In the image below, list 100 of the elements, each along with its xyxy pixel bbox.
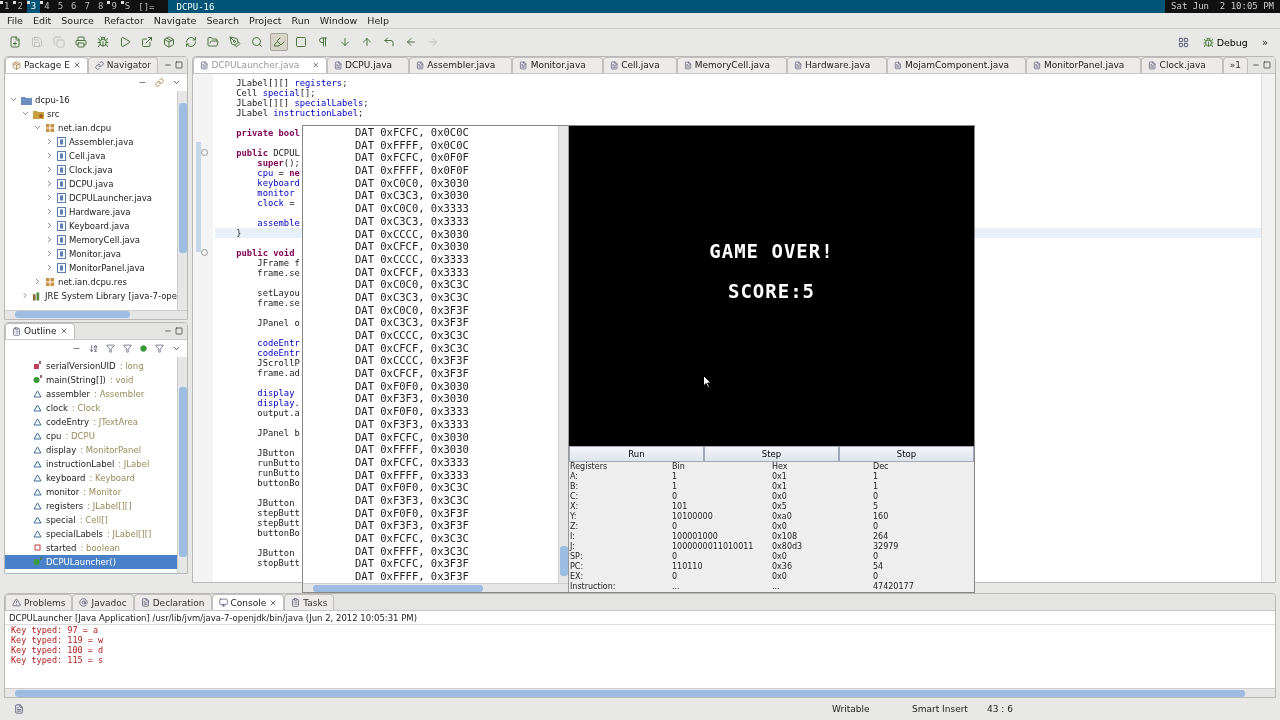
more-button[interactable]: » [1261,36,1274,48]
tree-item[interactable]: Cell.java [69,150,106,161]
fast-view-icon[interactable] [14,704,24,715]
code-line: stopButt [256,557,300,568]
outline-item[interactable]: monitor : Monitor [5,484,177,499]
close-icon[interactable] [59,327,68,336]
editor-tab[interactable]: Assembler.java [409,56,513,73]
outline-item[interactable]: codeEntry : JTextArea [5,414,177,429]
perspective-button[interactable]: Debug [1202,36,1248,48]
view-tab[interactable]: Package E [5,56,88,73]
tree-item[interactable]: Clock.java [69,164,113,175]
workspace-tag[interactable]: 3 [26,0,41,13]
code-line: display. [256,397,300,408]
menu-item[interactable]: File [2,15,28,26]
tree-item[interactable]: Monitor.java [69,248,122,259]
tree-item[interactable]: Keyboard.java [69,220,130,231]
outline-item[interactable]: keyboard : Keyboard [5,470,177,485]
maximize-icon[interactable] [175,60,183,69]
view-tab[interactable]: Declaration [133,594,212,611]
outline-item[interactable]: clock : Clock [5,400,177,415]
tree-item[interactable]: DCPU.java [69,178,114,189]
maximize-icon[interactable] [1263,60,1271,69]
tree-item[interactable]: DCPULauncher.java [69,192,153,203]
menu-item[interactable]: Run [286,15,315,26]
app-button[interactable]: Step [704,446,839,462]
outline-item[interactable]: special : Cell[] [5,512,177,527]
menu-item[interactable]: Refactor [98,15,149,26]
view-tab[interactable]: Outline [5,322,75,339]
outline-item[interactable]: DCPULauncher() [5,554,177,569]
tree-item[interactable]: MonitorPanel.java [69,262,145,273]
link-icon[interactable] [155,77,164,87]
outline-item[interactable]: assembler : Assembler [5,386,177,401]
menu-item[interactable]: Search [201,15,245,26]
workspace-tag[interactable]: 5 [53,0,68,13]
view-tab[interactable]: Tasks [284,594,335,611]
editor-tab[interactable]: Hardware.java [786,56,888,73]
close-icon[interactable] [269,598,278,607]
workspace-tag[interactable]: 2 [13,0,27,13]
table-cell-text: 1 [672,482,679,492]
menu-item[interactable]: Source [56,15,99,26]
app-button[interactable]: Run [569,446,704,462]
layout-symbol[interactable]: []= [134,1,159,12]
tree-item[interactable]: net.ian.dcpu.res [58,276,127,287]
sort-icon[interactable] [89,343,98,353]
overflow-tab[interactable]: »1 [1222,56,1248,73]
view-tab[interactable]: Problems [5,594,73,611]
scrollbar[interactable] [177,90,187,310]
editor-tab[interactable]: Cell.java [602,56,677,73]
outline-item[interactable]: registers : JLabel[][] [5,498,177,513]
workspace-tag[interactable]: 1 [0,0,14,13]
outline-item[interactable]: specialLabels : JLabel[][] [5,526,177,541]
tree-item[interactable]: src [47,108,60,119]
close-icon[interactable] [72,61,81,70]
filter-icon[interactable] [155,343,164,353]
highlight-button[interactable] [270,33,288,52]
editor-tab[interactable]: MemoryCell.java [676,56,787,73]
back-icon [405,36,417,49]
tree-item[interactable]: JRE System Library [java-7-ope [45,290,177,301]
app-button[interactable]: Stop [839,446,974,462]
outline-item[interactable]: started : boolean [5,540,177,555]
menu-item[interactable]: Project [244,15,287,26]
outline-item[interactable]: cpu : DCPU [5,428,177,443]
scrollbar[interactable] [303,583,568,592]
workspace-tag[interactable]: 7 [80,0,94,13]
editor-tab[interactable]: Monitor.java [512,56,603,73]
workspace-tag[interactable]: 6 [67,0,81,13]
maximize-icon[interactable] [175,326,183,335]
editor-tab[interactable]: Clock.java [1141,56,1223,73]
filter-icon[interactable] [123,343,132,353]
scrollbar[interactable] [5,309,187,319]
close-icon[interactable] [312,61,320,70]
scrollbar[interactable] [1261,73,1275,582]
tree-item[interactable]: Hardware.java [69,206,131,217]
tree-item[interactable]: dcpu-16 [35,94,70,105]
menu-item[interactable]: Window [314,15,363,26]
editor-tab[interactable]: MonitorPanel.java [1026,56,1142,73]
workspace-tag[interactable]: 4 [40,0,54,13]
scrollbar[interactable] [5,688,1275,698]
workspace-tag[interactable]: 9 [107,0,121,13]
workspace-tag[interactable]: 8 [93,0,108,13]
menu-item[interactable]: Edit [27,15,57,26]
editor-tab[interactable]: DCPU.java [326,56,410,73]
view-tab[interactable]: Javadoc [72,594,134,611]
tree-item[interactable]: MemoryCell.java [69,234,140,245]
dot-icon[interactable] [140,344,147,352]
outline-item[interactable]: instructionLabel : JLabel [5,456,177,471]
outline-item[interactable]: main(String[]) : void [5,372,177,387]
tree-item[interactable]: net.ian.dcpu [58,122,112,133]
scrollbar[interactable] [177,356,187,573]
outline-item[interactable]: serialVersionUID : long [5,358,177,373]
menu-item[interactable]: Help [362,15,394,26]
tree-item[interactable]: Assembler.java [69,136,134,147]
workspace-tag[interactable]: S [120,0,135,13]
view-tab[interactable]: Console [211,594,285,611]
outline-item[interactable]: display : MonitorPanel [5,442,177,457]
filter-icon[interactable] [106,343,115,353]
view-tab[interactable]: Navigator [87,56,158,73]
menu-item[interactable]: Navigate [148,15,202,26]
scrollbar[interactable] [558,126,568,583]
editor-tab[interactable]: MojamComponent.java [887,56,1027,73]
